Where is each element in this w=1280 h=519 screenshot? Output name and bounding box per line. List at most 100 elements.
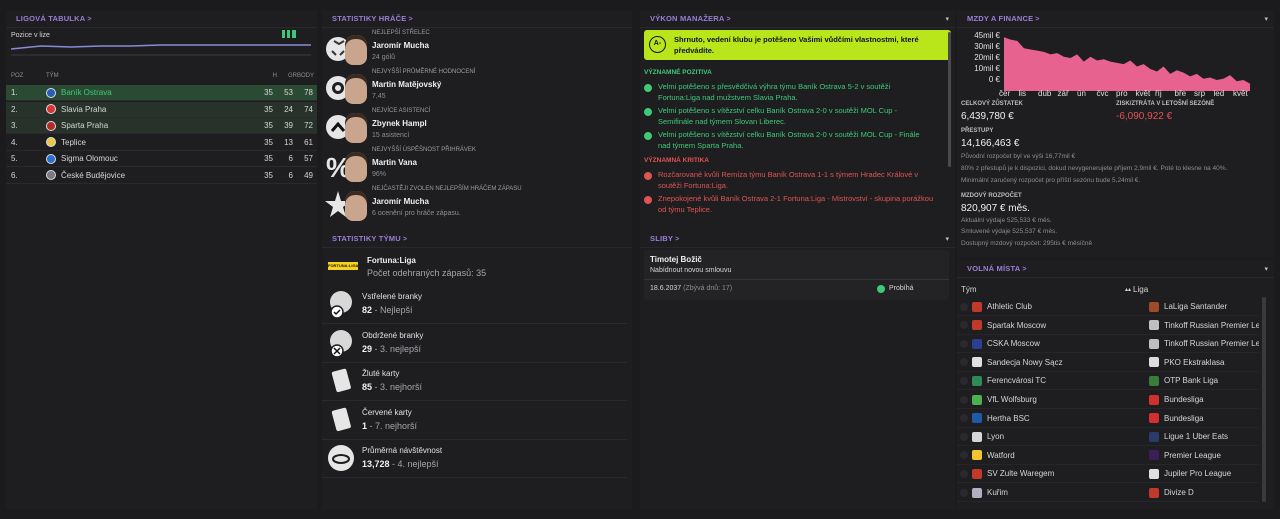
vacancy-row[interactable]: Kuřim Divize D [957,484,1259,502]
team-stat-row: Průměrná návštěvnost 13,728 - 4. nejlepší [322,440,627,478]
vacancy-team[interactable]: Kuřim [987,488,1149,497]
vacancy-row[interactable]: Lyon Ligue 1 Uber Eats [957,428,1259,447]
vacancy-team[interactable]: Spartak Moscow [987,321,1149,330]
vacancy-row[interactable]: Sandecja Nowy Sącz PKO Ekstraklasa [957,354,1259,372]
player-stat-row[interactable]: NEJVÍCE ASISTENCÍ Zbynek Hampl 15 asistenc… [322,107,627,146]
player-photo [345,191,367,221]
team-name[interactable]: Baník Ostrava [61,88,253,97]
vacancy-row[interactable]: Watford Premier League [957,447,1259,465]
table-row[interactable]: 2. Slavia Praha 35 24 74 [6,101,317,118]
scrollbar[interactable] [1262,297,1266,502]
vacancy-row[interactable]: Hertha BSC Bundesliga [957,410,1259,428]
vacancy-team[interactable]: Sandecja Nowy Sącz [987,358,1149,367]
vacancy-league[interactable]: Ligue 1 Uber Eats [1164,432,1259,441]
club-crest-icon [972,320,982,331]
vacancy-row[interactable]: SV Zulte Waregem Jupiler Pro League [957,465,1259,484]
shortlist-toggle[interactable] [960,488,968,497]
vacancies-header[interactable]: VOLNÁ MÍSTA > ▾ [957,260,1274,278]
positives-title: VÝZNAMNÉ POZITIVA [644,69,712,76]
vacancy-team[interactable]: CSKA Moscow [987,339,1149,348]
chevron-down-icon[interactable]: ▾ [945,15,949,23]
player-stat-row[interactable]: % NEJVYŠŠÍ ÚSPĚŠNOST PŘIHRÁVEK Martin Vana… [322,146,627,185]
player-name[interactable]: Jaromír Mucha [372,41,429,50]
promises-header[interactable]: SLIBY > ▾ [640,230,955,248]
vacancy-league[interactable]: Bundesliga [1164,414,1259,423]
team-name[interactable]: Slavia Praha [61,105,253,114]
vacancy-league[interactable]: Tinkoff Russian Premier Le... [1164,321,1259,330]
shortlist-toggle[interactable] [960,469,968,478]
team-name[interactable]: České Budějovice [61,171,253,180]
shortlist-toggle[interactable] [960,339,968,348]
feedback-item: Rozčarované kvůli Remíza týmu Baník Ostr… [644,169,934,191]
shortlist-toggle[interactable] [960,414,968,423]
manager-performance-header[interactable]: VÝKON MANAŽERA > ▾ [640,10,955,28]
promise-card[interactable]: Timotej Božič Nabídnout novou smlouvu 18… [644,250,949,300]
chevron-down-icon[interactable]: ▾ [945,235,949,243]
vacancy-team[interactable]: Lyon [987,432,1149,441]
chevron-down-icon[interactable]: ▾ [1264,265,1268,273]
player-stat-row[interactable]: NEJČASTĚJI ZVOLEN NEJLEPŠÍM HRÁČEM ZÁPAS… [322,185,627,224]
col-team[interactable]: Tým [957,285,1125,294]
table-row[interactable]: 1. Baník Ostrava 35 53 78 [6,85,317,101]
finance-header[interactable]: MZDY A FINANCE > ▾ [957,10,1274,28]
vacancy-league[interactable]: Jupiler Pro League [1164,469,1259,478]
scrollbar[interactable] [948,32,951,167]
shortlist-toggle[interactable] [960,395,968,404]
shortlist-toggle[interactable] [960,376,968,385]
promises-title: SLIBY [650,234,674,243]
vacancy-team[interactable]: Athletic Club [987,302,1149,311]
chevron-down-icon[interactable]: ▾ [1264,15,1268,23]
vacancy-row[interactable]: VfL Wolfsburg Bundesliga [957,391,1259,409]
player-name[interactable]: Jaromír Mucha [372,197,429,206]
wage-note-2: Smluvené výdaje 525,537 € měs. [961,228,1058,235]
player-name[interactable]: Martin Vana [372,158,417,167]
vacancy-team[interactable]: Hertha BSC [987,414,1149,423]
stat-value: 96% [372,171,387,178]
player-name[interactable]: Martin Matějovský [372,80,441,89]
table-row[interactable]: 3. Sparta Praha 35 39 72 [6,118,317,134]
bullet-icon [644,172,652,180]
league-table-header[interactable]: LIGOVÁ TABULKA > [6,10,317,28]
vacancy-league[interactable]: PKO Ekstraklasa [1164,358,1259,367]
vacancy-team[interactable]: VfL Wolfsburg [987,395,1149,404]
position: 2. [11,104,18,114]
vacancy-row[interactable]: Athletic Club LaLiga Santander [957,298,1259,316]
vacancy-team[interactable]: SV Zulte Waregem [987,469,1149,478]
player-stat-row[interactable]: NEJLEPŠÍ STŘELEC Jaromír Mucha 24 gólů [322,29,627,68]
shortlist-toggle[interactable] [960,432,968,441]
x-tick-label: srp [1194,89,1206,98]
shortlist-toggle[interactable] [960,358,968,367]
manager-summary-box: A- Shrnuto, vedení klubu je potěšeno Vaš… [644,30,951,60]
league-logo-icon [1149,468,1159,479]
team-name[interactable]: Teplice [61,138,253,147]
team-stats-header[interactable]: STATISTIKY TÝMU > [322,230,632,248]
shortlist-toggle[interactable] [960,302,968,311]
vacancy-team[interactable]: Watford [987,451,1149,460]
team-name[interactable]: Sparta Praha [61,121,253,130]
chevron-right-icon: > [1035,16,1040,23]
player-stat-row[interactable]: NEJVYŠŠÍ PRŮMĚRNÉ HODNOCENÍ Martin Matějo… [322,68,627,107]
vacancy-league[interactable]: LaLiga Santander [1164,302,1259,311]
stat-number: 85 [362,382,373,392]
table-row[interactable]: 5. Sigma Olomouc 35 6 57 [6,151,317,167]
vacancy-league[interactable]: OTP Bank Liga [1164,376,1259,385]
vacancy-league[interactable]: Premier League [1164,451,1259,460]
player-name[interactable]: Zbynek Hampl [372,119,427,128]
vacancy-row[interactable]: Spartak Moscow Tinkoff Russian Premier Le… [957,317,1259,335]
vacancy-league[interactable]: Bundesliga [1164,395,1259,404]
table-row[interactable]: 4. Teplice 35 13 61 [6,134,317,151]
col-league[interactable]: Liga [1133,285,1148,294]
vacancy-row[interactable]: CSKA Moscow Tinkoff Russian Premier Le... [957,335,1259,354]
vacancy-row[interactable]: Ferencvárosi TC OTP Bank Liga [957,372,1259,391]
shortlist-toggle[interactable] [960,321,968,330]
shortlist-toggle[interactable] [960,451,968,460]
vacancy-team[interactable]: Ferencvárosi TC [987,376,1149,385]
team-name[interactable]: Sigma Olomouc [61,154,253,163]
feedback-text: Velmi potěšeno s vítězství celku Baník O… [658,130,920,150]
sort-icon[interactable]: ▴▴ [1125,286,1131,293]
x-tick-label: ún [1077,89,1086,98]
vacancy-league[interactable]: Tinkoff Russian Premier Le... [1164,339,1259,348]
table-row[interactable]: 6. České Budějovice 35 6 49 [6,167,317,184]
player-stats-header[interactable]: STATISTIKY HRÁČE > [322,10,632,28]
vacancy-league[interactable]: Divize D [1164,488,1259,497]
